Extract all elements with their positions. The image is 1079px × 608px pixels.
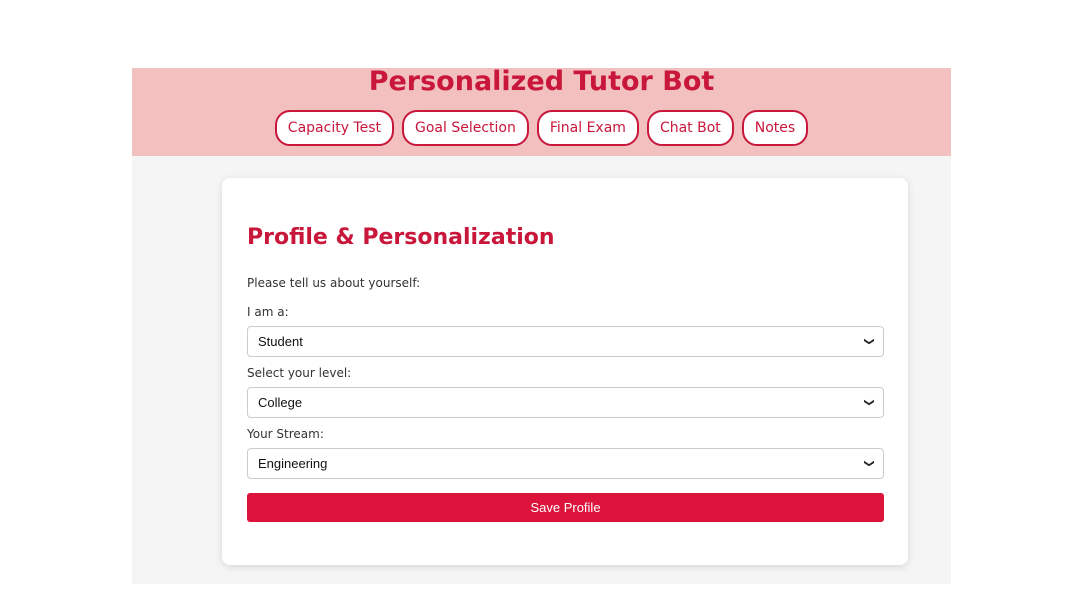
stream-label: Your Stream: (247, 427, 324, 441)
app-header: Personalized Tutor Bot Capacity Test Goa… (132, 68, 951, 156)
level-label: Select your level: (247, 366, 352, 380)
role-select-value: Student (258, 334, 303, 349)
nav-chat-bot-button[interactable]: Chat Bot (646, 110, 734, 146)
profile-card: Profile & Personalization Please tell us… (222, 178, 908, 565)
role-label: I am a: (247, 305, 289, 319)
stream-select[interactable]: Engineering ❯ (247, 448, 884, 479)
profile-title: Profile & Personalization (247, 225, 555, 250)
app-title: Personalized Tutor Bot (368, 68, 715, 97)
chevron-down-icon: ❯ (863, 459, 875, 468)
main-nav: Capacity Test Goal Selection Final Exam … (132, 110, 951, 146)
level-select-value: College (258, 395, 303, 410)
nav-final-exam-button[interactable]: Final Exam (536, 110, 639, 146)
nav-goal-selection-button[interactable]: Goal Selection (402, 110, 529, 146)
chevron-down-icon: ❯ (863, 398, 875, 407)
chevron-down-icon: ❯ (863, 337, 875, 346)
profile-intro: Please tell us about yourself: (247, 276, 421, 290)
role-select[interactable]: Student ❯ (247, 326, 884, 357)
page-viewport: Personalized Tutor Bot Capacity Test Goa… (132, 68, 951, 584)
nav-notes-button[interactable]: Notes (741, 110, 809, 146)
level-select[interactable]: College ❯ (247, 387, 884, 418)
stream-select-value: Engineering (258, 456, 328, 471)
nav-capacity-test-button[interactable]: Capacity Test (274, 110, 394, 146)
save-profile-button[interactable]: Save Profile (247, 493, 884, 522)
